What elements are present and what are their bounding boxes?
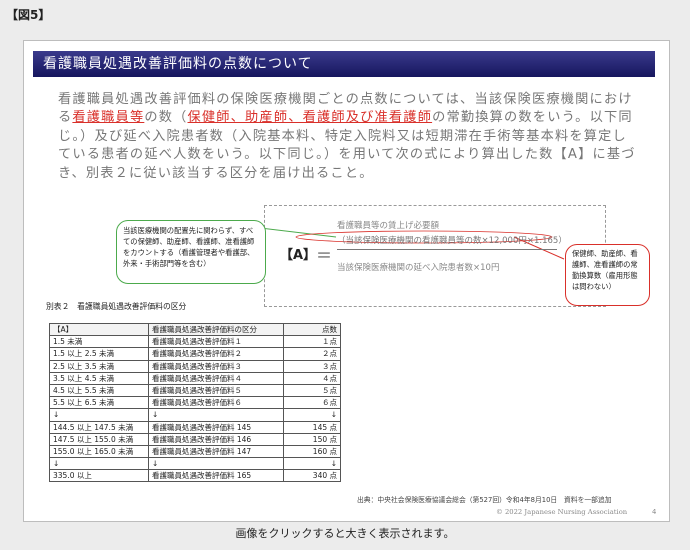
table-cell: 看護職員処遇改善評価料 165 (148, 469, 284, 483)
table-row: 155.0 以上 165.0 未満 看護職員処遇改善評価料 147 160 点 (49, 444, 341, 459)
table-cell: 340 点 (283, 469, 341, 483)
formula-fraction-line (337, 249, 557, 250)
table-cell: ↓ (49, 457, 149, 471)
table-cell: ３点 (283, 359, 341, 373)
table-row: 1.5 以上 2.5 未満 看護職員処遇改善評価料２ ２点 (49, 347, 341, 361)
table-cell: 看護職員処遇改善評価料 146 (148, 432, 284, 446)
table-cell: 看護職員処遇改善評価料３ (148, 359, 284, 373)
callout-red-note: 保健師、助産師、看護師、准看護師の常勤換算数（雇用形態は問わない） (565, 244, 650, 306)
table-cell: ↓ (49, 408, 149, 422)
page-number: 4 (652, 508, 657, 516)
table-cell: 150 点 (283, 432, 341, 446)
table-header-cell: 看護職員処遇改善評価料の区分 (148, 322, 284, 337)
table-cell: 1.5 以上 2.5 未満 (49, 347, 149, 361)
formula-numerator-line1: 看護職員等の賃上げ必要額 (337, 221, 440, 231)
source-note: 出典：中央社会保険医療協議会総会（第527回）令和4年8月10日 資料を一部追加 (357, 496, 612, 504)
table-cell: 3.5 以上 4.5 未満 (49, 371, 149, 385)
table-cell: ６点 (283, 396, 341, 410)
formula-equals: ＝ (316, 246, 333, 265)
formula-denominator: 当該保険医療機関の延べ入院患者数×10円 (337, 263, 500, 273)
table-cell: 看護職員処遇改善評価料 147 (148, 444, 284, 459)
table-cell: 160 点 (283, 444, 341, 459)
table-cell: ↓ (148, 408, 284, 422)
table-cell: 看護職員処遇改善評価料４ (148, 371, 284, 385)
score-table: 【A】 看護職員処遇改善評価料の区分 点数 1.5 未満 看護職員処遇改善評価料１ １点 1… (49, 322, 341, 483)
table-row: 5.5 以上 6.5 未満 看護職員処遇改善評価料６ ６点 (49, 396, 341, 410)
table-row: 147.5 以上 155.0 未満 看護職員処遇改善評価料 146 150 点 (49, 432, 341, 446)
table-cell: ４点 (283, 371, 341, 385)
table-cell: 147.5 以上 155.0 未満 (49, 432, 149, 446)
slide-image[interactable]: 看護職員処遇改善評価料の点数について 看護職員処遇改善評価料の保険医療機関ごとの… (23, 40, 670, 522)
table-row: 335.0 以上 看護職員処遇改善評価料 165 340 点 (49, 469, 341, 483)
figure-label: 【図5】 (6, 8, 51, 22)
table-cell: ５点 (283, 383, 341, 398)
table-row: ↓ ↓ ↓ (49, 457, 341, 471)
table-cell: 看護職員処遇改善評価料５ (148, 383, 284, 398)
table-cell: 1.5 未満 (49, 335, 149, 349)
image-caption: 画像をクリックすると大きく表示されます。 (235, 527, 455, 540)
table-cell: 144.5 以上 147.5 未満 (49, 420, 149, 434)
table-cell: 看護職員処遇改善評価料２ (148, 347, 284, 361)
table-cell: ↓ (283, 457, 341, 471)
table-cell: 看護職員処遇改善評価料１ (148, 335, 284, 349)
table-title: 別表２ 看護職員処遇改善評価料の区分 (46, 302, 187, 311)
table-cell: ↓ (283, 408, 341, 422)
table-cell: 155.0 以上 165.0 未満 (49, 444, 149, 459)
table-row: 1.5 未満 看護職員処遇改善評価料１ １点 (49, 335, 341, 349)
table-cell: １点 (283, 335, 341, 349)
table-header-cell: 【A】 (49, 322, 149, 337)
table-cell: 5.5 以上 6.5 未満 (49, 396, 149, 410)
table-row: ↓ ↓ ↓ (49, 408, 341, 422)
table-cell: ↓ (148, 457, 284, 471)
table-cell: 335.0 以上 (49, 469, 149, 483)
table-cell: 2.5 以上 3.5 未満 (49, 359, 149, 373)
table-cell: ２点 (283, 347, 341, 361)
table-cell: 看護職員処遇改善評価料 145 (148, 420, 284, 434)
table-row: 2.5 以上 3.5 未満 看護職員処遇改善評価料３ ３点 (49, 359, 341, 373)
table-header-row: 【A】 看護職員処遇改善評価料の区分 点数 (49, 322, 341, 337)
table-cell: 看護職員処遇改善評価料６ (148, 396, 284, 410)
callout-green-note: 当該医療機関の配置先に関わらず、すべての保健師、助産師、看護師、准看護師をカウン… (116, 220, 266, 284)
table-cell: 4.5 以上 5.5 未満 (49, 383, 149, 398)
formula-a-label: 【A】 (280, 248, 317, 263)
table-row: 3.5 以上 4.5 未満 看護職員処遇改善評価料４ ４点 (49, 371, 341, 385)
table-row: 144.5 以上 147.5 未満 看護職員処遇改善評価料 145 145 点 (49, 420, 341, 434)
formula-numerator-line2: （当該保険医療機関の看護職員等の数×12,000円×1.165） (337, 236, 567, 246)
copyright: © 2022 Japanese Nursing Association (496, 508, 628, 516)
table-row: 4.5 以上 5.5 未満 看護職員処遇改善評価料５ ５点 (49, 383, 341, 398)
table-header-cell: 点数 (283, 322, 341, 337)
table-cell: 145 点 (283, 420, 341, 434)
